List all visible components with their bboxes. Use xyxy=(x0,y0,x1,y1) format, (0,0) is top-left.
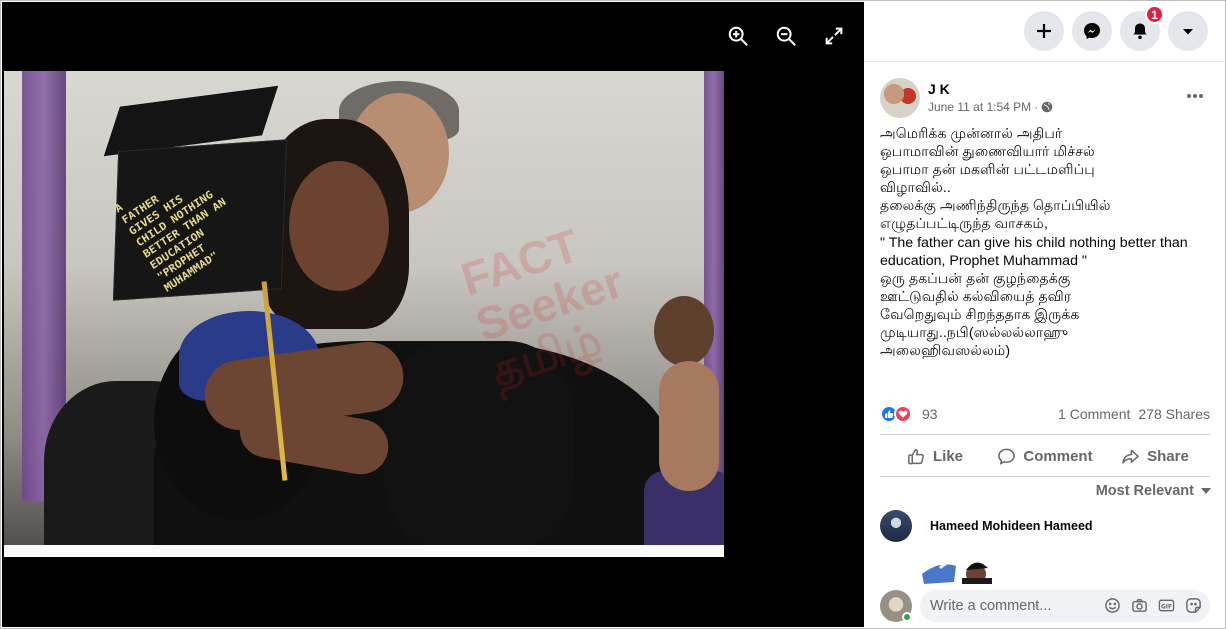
post-photo[interactable]: A FATHER GIVES HIS CHILD NOTHING BETTER … xyxy=(4,71,724,557)
post-text-line: education, Prophet Muhammad " xyxy=(880,252,1087,269)
sticker-icon[interactable] xyxy=(1184,596,1202,614)
comment-label: Comment xyxy=(1023,447,1093,465)
graduation-cap: A FATHER GIVES HIS CHILD NOTHING BETTER … xyxy=(113,139,288,301)
engagement-counts: 1 Comment 278 Shares xyxy=(1058,406,1210,422)
reactions-bar: 93 1 Comment 278 Shares xyxy=(880,403,1210,425)
divider xyxy=(880,434,1210,435)
share-icon xyxy=(1122,449,1140,464)
post-panel: 1 J K June 11 at 1:54 PM · அமெரிக்க முன்… xyxy=(864,2,1224,627)
post-text-line: ஒரு தகப்பன் தன் குழந்தைக்கு xyxy=(880,270,1071,287)
photo-bottom-strip xyxy=(4,545,724,557)
spectator-face xyxy=(654,296,714,366)
messenger-icon xyxy=(1084,23,1100,39)
comment-sticker xyxy=(920,554,1000,584)
caret-down-icon xyxy=(1183,29,1193,35)
love-reaction-icon xyxy=(894,405,912,423)
post-text-line: " The father can give his child nothing … xyxy=(880,234,1188,251)
post-text-line: அலைஹிவஸல்லம்) xyxy=(880,343,1011,360)
sort-label: Most Relevant xyxy=(1095,483,1194,499)
emoji-icon[interactable] xyxy=(1103,596,1121,614)
clapping-hands xyxy=(659,361,719,491)
author-name[interactable]: J K xyxy=(928,81,950,97)
post-text-line: விழாவில்.. xyxy=(880,180,951,197)
more-icon xyxy=(1187,94,1203,98)
post-header: J K June 11 at 1:54 PM · xyxy=(880,78,1210,122)
notification-badge: 1 xyxy=(1145,5,1164,24)
gif-icon[interactable]: GIF xyxy=(1157,596,1175,614)
reaction-icons[interactable] xyxy=(880,404,918,424)
post-text-line: ஒபாமாவின் துணைவியார் மிச்சல் xyxy=(880,144,1095,161)
caret-down-icon xyxy=(1201,488,1211,494)
post-text-line: வேறெதுவும் சிறந்ததாக இருக்க xyxy=(880,306,1080,323)
comment-composer: Write a comment... GIF xyxy=(880,588,1210,624)
divider xyxy=(880,476,1210,477)
post-timestamp[interactable]: June 11 at 1:54 PM xyxy=(928,100,1031,114)
post-text-line: அமெரிக்க முன்னால் அதிபர் xyxy=(880,126,1063,142)
like-label: Like xyxy=(932,447,963,465)
messenger-button[interactable] xyxy=(1072,11,1112,51)
composer-tools: GIF xyxy=(1103,596,1202,614)
comments-count[interactable]: 1 Comment xyxy=(1058,406,1130,422)
woman-face xyxy=(289,161,389,291)
like-button[interactable]: Like xyxy=(880,438,990,474)
commenter-avatar[interactable] xyxy=(880,510,912,542)
post-text-line: தலைக்கு அணிந்திருந்த தொப்பியில் xyxy=(880,198,1111,215)
zoom-out-icon[interactable] xyxy=(774,24,798,48)
share-button[interactable]: Share xyxy=(1100,438,1210,474)
fullscreen-icon[interactable] xyxy=(822,24,846,48)
zoom-in-icon[interactable] xyxy=(726,24,750,48)
account-button[interactable] xyxy=(1168,11,1208,51)
globe-icon xyxy=(1041,101,1053,113)
thumbs-up-icon xyxy=(908,448,924,464)
post-text-line: எழுதப்பட்டிருந்த வாசகம், xyxy=(880,216,1048,233)
action-bar: Like Comment Share xyxy=(880,438,1210,474)
photo-viewer: A FATHER GIVES HIS CHILD NOTHING BETTER … xyxy=(2,2,864,627)
meta-separator: · xyxy=(1034,100,1039,114)
reaction-count[interactable]: 93 xyxy=(922,406,938,422)
bell-icon xyxy=(1133,23,1147,40)
post-text-line: ஊட்டுவதில் கல்வியைத் தவிர xyxy=(880,288,1072,305)
svg-text:GIF: GIF xyxy=(1161,604,1172,610)
post-text-line: முடியாது..நபி(ஸல்லல்லாஹு xyxy=(880,325,1069,342)
top-bar: 1 xyxy=(864,2,1224,62)
comment-button[interactable]: Comment xyxy=(990,438,1100,474)
comment-sort-dropdown[interactable]: Most Relevant xyxy=(1096,483,1212,499)
online-status-dot xyxy=(902,612,912,622)
viewer-controls xyxy=(726,24,846,48)
more-options-button[interactable] xyxy=(1180,84,1210,108)
create-button[interactable] xyxy=(1024,11,1064,51)
post-text-line: ஒபாமா தன் மகளின் பட்டமளிப்பு xyxy=(880,162,1095,179)
comment-placeholder: Write a comment... xyxy=(930,598,1052,614)
post-meta: June 11 at 1:54 PM · xyxy=(928,100,1053,114)
share-label: Share xyxy=(1147,447,1189,465)
notifications-button[interactable]: 1 xyxy=(1120,5,1164,51)
plus-icon xyxy=(1037,24,1051,38)
comment-icon xyxy=(998,448,1016,465)
camera-icon[interactable] xyxy=(1130,596,1148,614)
shares-count[interactable]: 278 Shares xyxy=(1138,406,1210,422)
post-text: அமெரிக்க முன்னால் அதிபர் ஒபாமாவின் துணைவ… xyxy=(880,125,1210,360)
commenter-name[interactable]: Hameed Mohideen Hameed xyxy=(930,519,1093,533)
author-avatar[interactable] xyxy=(880,78,920,118)
